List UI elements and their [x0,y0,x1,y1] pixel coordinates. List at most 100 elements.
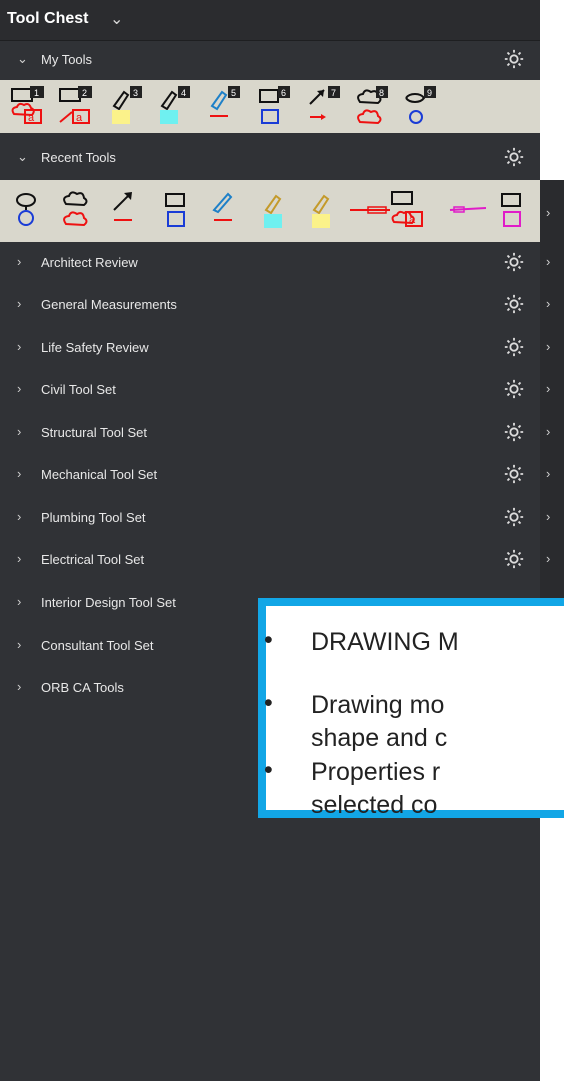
my-tools-tray: 1a 2a 3 4 5 6 7 8 9 [0,80,540,133]
gear-icon[interactable] [503,421,525,443]
side-expand-strip [540,180,564,600]
toolset-architect-review[interactable]: › Architect Review [0,243,540,283]
svg-text:8: 8 [379,88,384,98]
recent-tool-cloud[interactable] [58,188,98,232]
section-recent-tools[interactable]: ⌄ Recent Tools [0,138,540,178]
chevron-right-icon[interactable]: › [546,205,550,220]
toolset-label: Architect Review [41,255,138,270]
gear-icon[interactable] [503,506,525,528]
gear-icon[interactable] [503,251,525,273]
tool-chest-header[interactable]: Tool Chest ⌄ [0,0,540,41]
bullet-marker: • [264,756,273,784]
chevron-right-icon[interactable]: › [546,254,550,269]
svg-text:a: a [409,214,416,226]
chevron-right-icon[interactable]: › [17,254,21,269]
svg-text:3: 3 [133,88,138,98]
toolset-label: Consultant Tool Set [41,638,154,653]
recent-tools-tray: a [0,180,540,242]
callout-text: selected co [311,791,438,819]
svg-text:5: 5 [231,88,236,98]
gear-icon[interactable] [503,548,525,570]
my-tool-highlighter-yellow[interactable]: 3 [106,84,146,128]
chevron-right-icon[interactable]: › [17,466,21,481]
chevron-down-icon[interactable]: ⌄ [110,9,123,29]
toolset-label: Interior Design Tool Set [41,595,176,610]
bullet-marker: • [264,689,273,717]
recent-tool-rectangle-pink[interactable] [496,188,536,232]
my-tool-pen-red[interactable]: 5 [204,84,244,128]
recent-tool-pink-line[interactable] [446,188,487,232]
chevron-right-icon[interactable]: › [546,424,550,439]
chevron-right-icon[interactable]: › [17,339,21,354]
toolset-label: General Measurements [41,297,177,312]
recent-tool-highlighter-yellow[interactable] [306,188,346,232]
chevron-right-icon[interactable]: › [17,679,21,694]
chevron-right-icon[interactable]: › [17,296,21,311]
svg-text:9: 9 [427,88,432,98]
callout-text: shape and c [311,724,448,752]
callout-text: Properties r [311,758,441,786]
my-tool-arrow-red[interactable]: 7 [304,84,344,128]
gear-icon[interactable] [503,336,525,358]
toolset-label: Plumbing Tool Set [41,510,146,525]
badge-1: 1 [34,88,39,98]
my-tool-rectangle-blue[interactable]: 6 [254,84,294,128]
svg-text:4: 4 [181,88,186,98]
svg-text:6: 6 [281,88,286,98]
tool-chest-title: Tool Chest [7,10,89,27]
chevron-right-icon[interactable]: › [17,381,21,396]
chevron-right-icon[interactable]: › [546,296,550,311]
chevron-down-icon[interactable]: ⌄ [17,149,28,165]
gear-icon[interactable] [503,48,525,70]
section-label: Recent Tools [41,150,116,165]
gear-icon[interactable] [503,463,525,485]
toolset-mechanical-tool-set[interactable]: › Mechanical Tool Set [0,455,540,495]
svg-text:2: 2 [82,88,87,98]
chevron-right-icon[interactable]: › [17,424,21,439]
svg-text:a: a [28,112,35,124]
toolset-label: Electrical Tool Set [41,552,145,567]
section-my-tools[interactable]: ⌄ My Tools [0,40,540,80]
recent-tool-pen[interactable] [208,188,248,232]
toolset-plumbing-tool-set[interactable]: › Plumbing Tool Set [0,498,540,538]
toolset-civil-tool-set[interactable]: › Civil Tool Set [0,370,540,410]
chevron-right-icon[interactable]: › [17,594,21,609]
recent-tool-callout[interactable]: a [388,188,428,232]
svg-text:7: 7 [331,88,336,98]
toolset-label: Civil Tool Set [41,382,116,397]
recent-tool-arrow[interactable] [108,188,148,232]
gear-icon[interactable] [503,293,525,315]
toolset-general-measurements[interactable]: › General Measurements [0,285,540,325]
chevron-right-icon[interactable]: › [546,551,550,566]
gear-icon[interactable] [503,146,525,168]
tool-chest-panel: Tool Chest ⌄ ⌄ My Tools 1a 2a 3 4 5 6 7 [0,0,540,1081]
toolset-label: ORB CA Tools [41,680,124,695]
my-tool-cloud-red[interactable]: 8 [352,84,392,128]
chevron-down-icon[interactable]: ⌄ [17,51,28,67]
svg-text:a: a [76,112,83,124]
toolset-label: Life Safety Review [41,340,149,355]
recent-tool-line-measure[interactable] [350,188,390,232]
toolset-life-safety-review[interactable]: › Life Safety Review [0,328,540,368]
my-tool-highlighter-cyan[interactable]: 4 [154,84,194,128]
my-tool-callout-cloud[interactable]: 1a [8,84,48,128]
recent-tool-rectangle[interactable] [160,188,200,232]
bullet-marker: • [264,626,273,654]
chevron-right-icon[interactable]: › [17,509,21,524]
chevron-right-icon[interactable]: › [546,339,550,354]
callout-text: Drawing mo [311,691,445,719]
recent-tool-ellipse[interactable] [10,188,50,232]
toolset-label: Mechanical Tool Set [41,467,158,482]
recent-tool-highlighter-cyan[interactable] [258,188,298,232]
toolset-structural-tool-set[interactable]: › Structural Tool Set [0,413,540,453]
chevron-right-icon[interactable]: › [17,637,21,652]
callout-text: DRAWING M [311,628,459,656]
chevron-right-icon[interactable]: › [546,466,550,481]
my-tool-ellipse-blue[interactable]: 9 [400,84,440,128]
chevron-right-icon[interactable]: › [17,551,21,566]
my-tool-callout-arrow[interactable]: 2a [56,84,96,128]
toolset-electrical-tool-set[interactable]: › Electrical Tool Set [0,540,540,580]
gear-icon[interactable] [503,378,525,400]
chevron-right-icon[interactable]: › [546,381,550,396]
chevron-right-icon[interactable]: › [546,509,550,524]
